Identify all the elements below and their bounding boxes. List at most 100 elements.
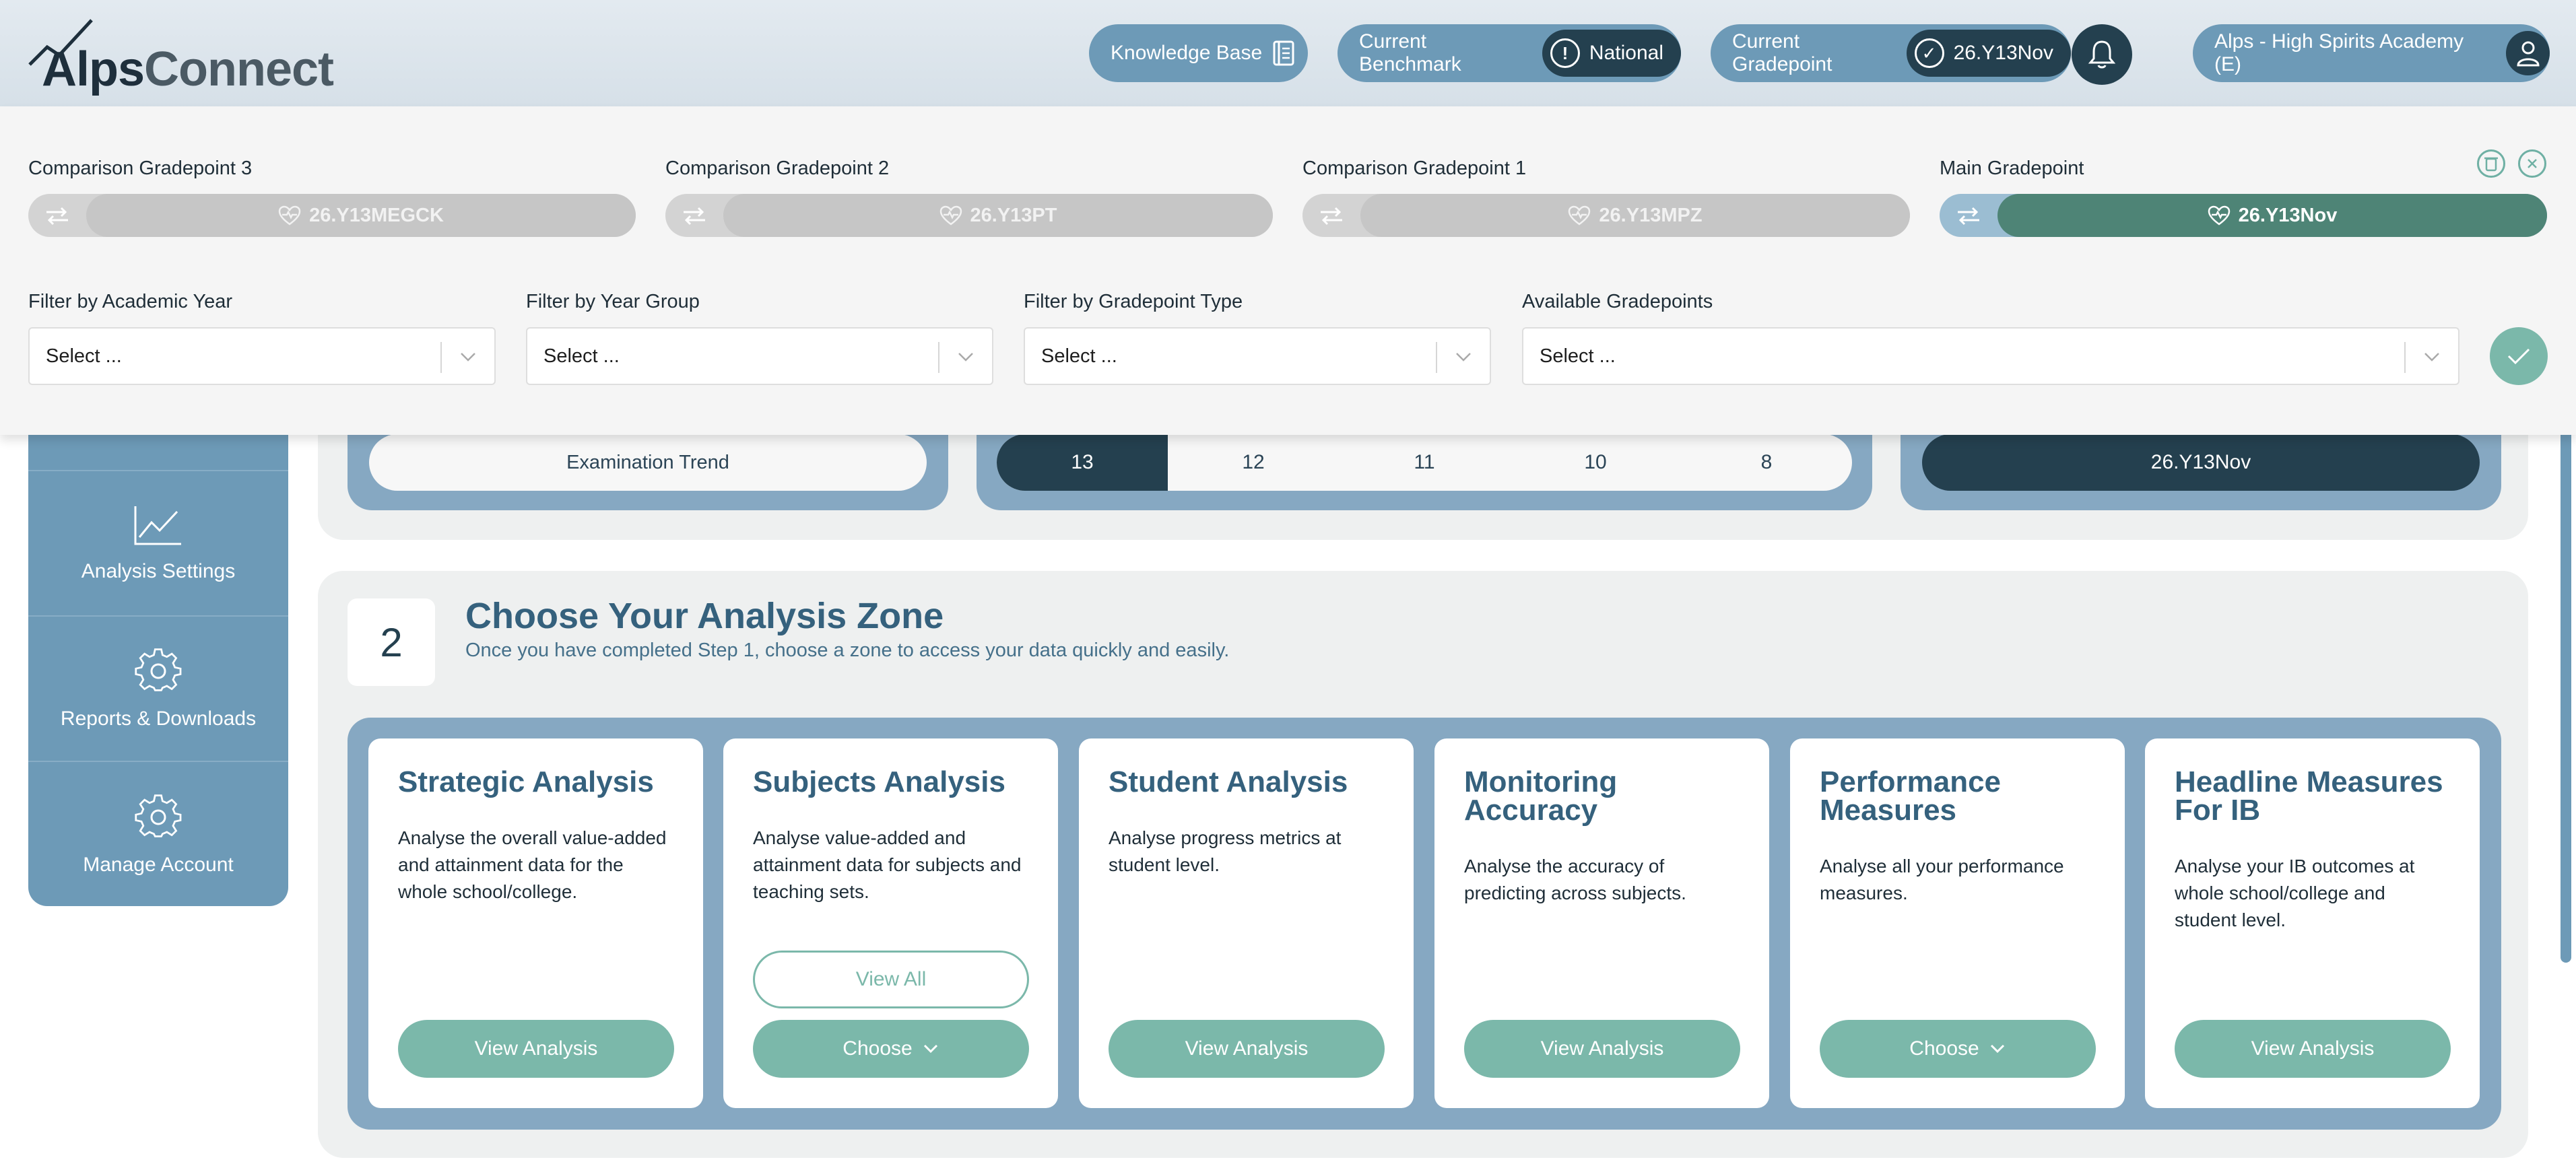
check-icon (2507, 348, 2530, 365)
card-title: Subjects Analysis (753, 765, 1005, 798)
apply-filters-button[interactable] (2490, 327, 2548, 385)
zone-card-performance-measures: Performance Measures Analyse all your pe… (1790, 738, 2125, 1108)
logo-text-alps: Alps (42, 42, 145, 96)
chevron-down-icon (461, 353, 475, 362)
account-menu-button[interactable]: Alps - High Spirits Academy (E) (2193, 24, 2550, 82)
alps-connect-logo[interactable]: AlpsConnect (27, 15, 334, 96)
year-group-selector: 13 12 11 10 8 (997, 434, 1852, 491)
sidebar-item-label: Analysis Settings (81, 560, 236, 582)
step-subtitle: Once you have completed Step 1, choose a… (465, 640, 1230, 661)
benchmark-value-chip[interactable]: ! National (1542, 30, 1681, 77)
comparison-gradepoint-1-label: Comparison Gradepoint 1 (1302, 158, 1527, 179)
chevron-down-icon (923, 1044, 937, 1054)
year-option[interactable]: 10 (1510, 434, 1681, 491)
select-value: Select ... (1540, 345, 1616, 367)
knowledge-base-button[interactable]: Knowledge Base (1089, 24, 1308, 82)
select-value: Select ... (46, 345, 122, 367)
gradepoint-text: 26.Y13MEGCK (309, 204, 444, 226)
chevron-down-icon (1456, 353, 1471, 362)
comparison-gradepoint-3-label: Comparison Gradepoint 3 (28, 158, 253, 179)
zone-card-subjects-analysis: Subjects Analysis Analyse value-added an… (723, 738, 1058, 1108)
card-description: Analyse your IB outcomes at whole school… (2175, 856, 2415, 930)
card-title: Performance Measures (1820, 765, 2002, 827)
gradepoint-value-chip[interactable]: ✓ 26.Y13Nov (1906, 30, 2071, 77)
gradepoint-text: 26.Y13PT (970, 204, 1057, 226)
swap-icon[interactable] (1302, 194, 1360, 237)
sidebar-item-label: Reports & Downloads (60, 708, 257, 730)
examination-trend-button[interactable]: Examination Trend (369, 434, 927, 491)
trash-icon (2484, 157, 2498, 172)
view-analysis-button[interactable]: View Analysis (2175, 1020, 2451, 1078)
current-gradepoint-selector[interactable]: Current Gradepoint ✓ 26.Y13Nov (1711, 24, 2071, 82)
zone-card-student-analysis: Student Analysis Analyse progress metric… (1079, 738, 1414, 1108)
comparison-gradepoint-3-bar: 26.Y13MEGCK (28, 194, 636, 237)
gradepoint-type-filter-label: Filter by Gradepoint Type (1024, 291, 1243, 312)
bell-icon (2088, 40, 2116, 69)
main-gradepoint-value[interactable]: 26.Y13Nov (1997, 194, 2547, 237)
comparison-gradepoint-2-value[interactable]: 26.Y13PT (723, 194, 1273, 237)
year-option[interactable]: 11 (1339, 434, 1510, 491)
gradepoint-label: Current Gradepoint (1732, 30, 1832, 75)
current-gradepoint-chip[interactable]: 26.Y13Nov (1922, 434, 2480, 491)
view-analysis-button[interactable]: View Analysis (1464, 1020, 1740, 1078)
heartbeat-icon (278, 205, 301, 226)
comparison-gradepoint-1-value[interactable]: 26.Y13MPZ (1360, 194, 1910, 237)
available-gradepoints-label: Available Gradepoints (1522, 291, 1713, 312)
year-option[interactable]: 12 (1168, 434, 1339, 491)
chevron-down-icon (1990, 1044, 2004, 1054)
chevron-down-icon (958, 353, 973, 362)
heartbeat-icon (939, 205, 962, 226)
year-option[interactable]: 13 (997, 434, 1168, 491)
swap-icon[interactable] (1940, 194, 1997, 237)
card-description: Analyse the overall value-added and atta… (398, 827, 667, 902)
sidebar-item-manage-account[interactable]: Manage Account (28, 762, 288, 907)
card-title: Strategic Analysis (398, 765, 654, 798)
academic-year-select[interactable]: Select ... (28, 327, 496, 385)
sidebar-item-reports-downloads[interactable]: Reports & Downloads (28, 617, 288, 762)
swap-icon[interactable] (28, 194, 86, 237)
card-title: Headline Measures For IB (2175, 765, 2443, 827)
view-analysis-button[interactable]: View Analysis (1109, 1020, 1385, 1078)
card-description: Analyse value-added and attainment data … (753, 827, 1022, 902)
clear-selection-button[interactable] (2477, 149, 2505, 178)
gear-icon (135, 648, 182, 691)
swap-icon[interactable] (665, 194, 723, 237)
comparison-gradepoint-2-label: Comparison Gradepoint 2 (665, 158, 890, 179)
check-circle-icon: ✓ (1914, 38, 1944, 68)
choose-label: Choose (843, 1037, 913, 1060)
gradepoint-value: 26.Y13Nov (1953, 42, 2053, 64)
year-option[interactable]: 8 (1681, 434, 1852, 491)
gradepoint-text: 26.Y13MPZ (1599, 204, 1703, 226)
line-chart-icon (134, 506, 181, 545)
gear-icon (135, 794, 182, 837)
choose-label: Choose (1909, 1037, 1979, 1060)
zone-card-headline-measures-ib: Headline Measures For IB Analyse your IB… (2145, 738, 2480, 1108)
available-gradepoints-select[interactable]: Select ... (1522, 327, 2459, 385)
card-title: Student Analysis (1109, 765, 1348, 798)
page-scrollbar[interactable] (2561, 377, 2571, 963)
choose-button[interactable]: Choose (753, 1020, 1029, 1078)
gradepoint-text: 26.Y13Nov (2238, 204, 2338, 226)
logo-text: AlpsConnect (42, 42, 334, 97)
close-panel-button[interactable] (2518, 149, 2546, 178)
account-label: Alps - High Spirits Academy (E) (2214, 30, 2464, 75)
gradepoint-type-select[interactable]: Select ... (1024, 327, 1491, 385)
view-all-button[interactable]: View All (753, 951, 1029, 1008)
choose-button[interactable]: Choose (1820, 1020, 2096, 1078)
gradepoint-panel: Comparison Gradepoint 3 26.Y13MEGCK Comp… (0, 106, 2576, 435)
chevron-down-icon (2424, 353, 2439, 362)
card-description: Analyse all your performance measures. (1820, 856, 2064, 903)
view-analysis-button[interactable]: View Analysis (398, 1020, 674, 1078)
year-group-filter-label: Filter by Year Group (526, 291, 700, 312)
main-gradepoint-bar: 26.Y13Nov (1940, 194, 2547, 237)
comparison-gradepoint-3-value[interactable]: 26.Y13MEGCK (86, 194, 636, 237)
sidebar-item-analysis-settings[interactable]: Analysis Settings (28, 471, 288, 617)
year-group-select[interactable]: Select ... (526, 327, 993, 385)
main-gradepoint-label: Main Gradepoint (1940, 158, 2084, 179)
notifications-button[interactable] (2072, 24, 2132, 85)
current-benchmark-selector[interactable]: Current Benchmark ! National (1337, 24, 1681, 82)
logo-text-connect: Connect (144, 42, 334, 96)
exclamation-icon: ! (1550, 38, 1580, 68)
zone-card-strategic-analysis: Strategic Analysis Analyse the overall v… (368, 738, 703, 1108)
select-value: Select ... (543, 345, 620, 367)
